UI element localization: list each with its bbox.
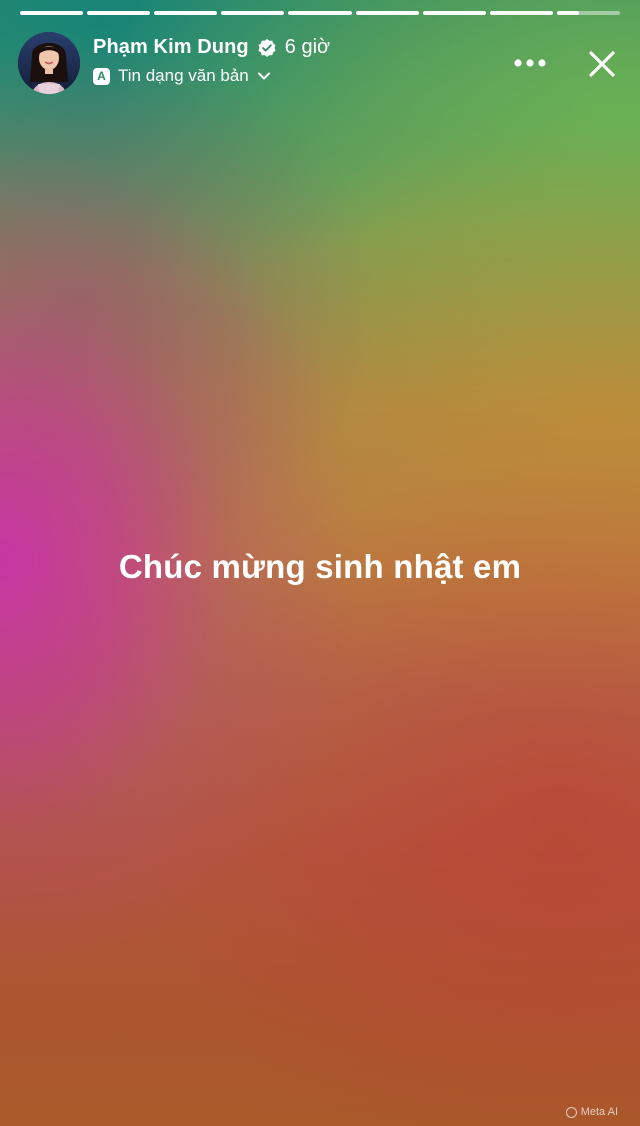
progress-segment	[288, 11, 352, 15]
more-options-button[interactable]	[510, 46, 550, 80]
story-viewer[interactable]: Phạm Kim Dung 6 giờ A Tin dạng văn bản C…	[0, 0, 640, 1126]
progress-segment-fill	[489, 11, 553, 15]
progress-segment	[87, 11, 151, 15]
progress-segment-fill	[154, 11, 218, 15]
progress-segment-fill	[556, 11, 579, 15]
story-header: Phạm Kim Dung 6 giờ A Tin dạng văn bản	[18, 32, 622, 96]
story-type-label: Tin dạng văn bản	[118, 66, 249, 85]
progress-segment-fill	[288, 11, 352, 15]
progress-segment-fill	[221, 11, 285, 15]
author-row: Phạm Kim Dung 6 giờ	[93, 36, 330, 59]
progress-segment	[556, 11, 620, 15]
progress-segment	[20, 11, 84, 15]
progress-segment-fill	[422, 11, 486, 15]
progress-segment-fill	[355, 11, 419, 15]
author-name[interactable]: Phạm Kim Dung	[93, 36, 249, 59]
avatar-photo	[18, 32, 80, 94]
verified-badge-icon	[257, 38, 277, 58]
post-time: 6 giờ	[284, 36, 331, 58]
avatar[interactable]	[18, 32, 80, 94]
story-progress-bar	[20, 11, 620, 15]
progress-segment	[489, 11, 553, 15]
more-horizontal-icon	[514, 59, 546, 67]
progress-segment-fill	[87, 11, 151, 15]
text-story-icon: A	[93, 67, 110, 85]
progress-segment	[355, 11, 419, 15]
chevron-down-icon	[257, 69, 271, 83]
close-button[interactable]	[582, 44, 622, 84]
progress-segment	[221, 11, 285, 15]
progress-segment	[422, 11, 486, 15]
meta-ai-watermark: Meta AI	[565, 1106, 618, 1118]
close-icon	[589, 51, 615, 77]
story-text: Chúc mừng sinh nhật em	[118, 548, 522, 585]
story-type-selector[interactable]: A Tin dạng văn bản	[93, 66, 271, 86]
progress-segment	[154, 11, 218, 15]
meta-ai-label: Meta AI	[580, 1106, 618, 1118]
progress-segment-fill	[20, 11, 84, 15]
meta-ai-icon	[565, 1106, 577, 1118]
